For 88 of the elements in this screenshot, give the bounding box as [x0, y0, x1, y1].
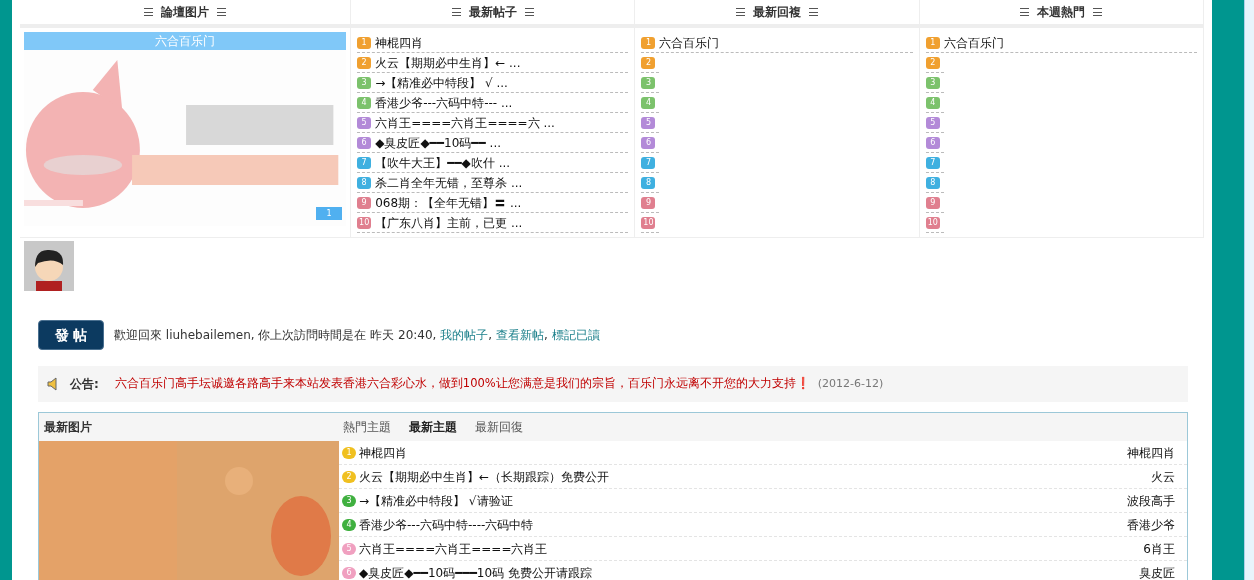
- rank-badge: 1: [342, 446, 356, 459]
- topic-author: 火云: [1151, 468, 1175, 486]
- rank-badge: 10: [641, 216, 656, 229]
- rank-badge: 3: [342, 494, 356, 507]
- list-icon: [524, 8, 534, 16]
- panel-tab[interactable]: 最新主題: [409, 418, 457, 436]
- rank-badge: 9: [641, 196, 656, 209]
- rank-badge: 2: [342, 470, 356, 483]
- rank-badge: 4: [342, 518, 356, 531]
- announcement-label: 公告:: [70, 376, 99, 393]
- post-button[interactable]: 發 帖: [38, 320, 104, 350]
- welcome-text: 歡迎回來 liuhebailemen, 你上次訪問時間是在 昨天 20:40,: [114, 328, 438, 342]
- column-title: 論壇图片: [161, 4, 210, 21]
- topic-author: 臭皮匠: [1139, 564, 1175, 580]
- panel-tab[interactable]: 熱門主題: [343, 418, 391, 436]
- topic-link[interactable]: →【精准必中特段】 √请验证: [359, 491, 513, 510]
- rank-badge: 6: [342, 566, 356, 579]
- rank-badge: 1: [641, 36, 656, 49]
- topic-link[interactable]: 香港少爷---六码中特----六码中特: [359, 515, 534, 534]
- rank-badge: 5: [357, 116, 372, 129]
- post-link[interactable]: 【广东八肖】主前，已更 ...: [375, 213, 523, 232]
- post-link[interactable]: →【精准必中特段】 √ ...: [375, 73, 508, 92]
- list-icon: [451, 8, 461, 16]
- list-icon: [217, 8, 227, 16]
- rank-badge: 2: [357, 56, 372, 69]
- separator: ,: [488, 328, 493, 342]
- column-title: 最新回複: [753, 4, 802, 21]
- welcome-link[interactable]: 我的帖子: [440, 328, 489, 342]
- rank-badge: 1: [925, 36, 940, 49]
- rank-badge: 9: [357, 196, 372, 209]
- separator: ,: [544, 328, 548, 342]
- topic-author: 香港少爷: [1127, 516, 1175, 534]
- rank-badge: 6: [925, 136, 940, 149]
- rank-badge: 5: [925, 116, 940, 129]
- post-link[interactable]: 【吹牛大王】━━◆吹什 ...: [375, 153, 511, 172]
- rank-badge: 7: [357, 156, 372, 169]
- post-link[interactable]: 六肖王====六肖王====六 ...: [375, 113, 555, 132]
- rank-badge: 3: [925, 76, 940, 89]
- rank-badge: 4: [925, 96, 940, 109]
- rank-badge: 7: [641, 156, 656, 169]
- rank-badge: 10: [357, 216, 372, 229]
- rank-badge: 1: [357, 36, 372, 49]
- rank-badge: 4: [641, 96, 656, 109]
- column-title: 本週熱門: [1037, 4, 1086, 21]
- topic-author: 波段高手: [1127, 492, 1175, 510]
- avatar-icon: [24, 241, 74, 291]
- post-link[interactable]: 杀二肖全年无错，至尊杀 ...: [375, 173, 523, 192]
- list-icon: [1093, 8, 1103, 16]
- rank-badge: 2: [925, 56, 940, 69]
- rank-badge: 3: [357, 76, 372, 89]
- rank-badge: 5: [641, 116, 656, 129]
- list-icon: [1020, 8, 1030, 16]
- rank-badge: 8: [357, 176, 372, 189]
- rank-badge: 5: [342, 542, 356, 555]
- rank-badge: 8: [925, 176, 940, 189]
- rank-badge: 8: [641, 176, 656, 189]
- announcement-date: (2012-6-12): [817, 375, 884, 392]
- rank-badge: 9: [925, 196, 940, 209]
- list-icon: [144, 8, 154, 16]
- post-link[interactable]: 六合百乐门: [659, 33, 720, 52]
- rank-badge: 6: [357, 136, 372, 149]
- welcome-link[interactable]: 查看新帖: [496, 328, 545, 342]
- announcement-text: 六合百乐门高手坛诚邀各路高手来本站发表香港六合彩心水，做到100%让您满意是我们的宗旨，百乐门永远离不开您的大力支持❗: [114, 375, 810, 393]
- list-icon: [809, 8, 819, 16]
- welcome-link[interactable]: 標記已讀: [551, 328, 600, 342]
- rank-badge: 4: [357, 96, 372, 109]
- rank-badge: 3: [641, 76, 656, 89]
- rank-badge: 10: [925, 216, 940, 229]
- topic-link[interactable]: 六肖王====六肖王====六肖王: [359, 539, 548, 558]
- post-link[interactable]: 068期：【全年无错】〓 ...: [375, 193, 522, 212]
- topic-link[interactable]: 火云【期期必中生肖】←（长期跟踪）免费公开: [359, 467, 610, 486]
- panel-tab[interactable]: 最新回復: [475, 418, 523, 436]
- post-link[interactable]: 六合百乐门: [943, 33, 1004, 52]
- topic-author: 神棍四肖: [1127, 444, 1175, 462]
- rank-badge: 2: [641, 56, 656, 69]
- list-icon: [736, 8, 746, 16]
- post-link[interactable]: 神棍四肖: [375, 33, 424, 52]
- post-link[interactable]: 香港少爷---六码中特--- ...: [375, 93, 513, 112]
- rank-badge: 6: [641, 136, 656, 149]
- post-link[interactable]: ◆臭皮匠◆━━10码━━ ...: [375, 133, 502, 152]
- column-title: 最新帖子: [468, 4, 517, 21]
- slide-caption: 六合百乐门: [24, 32, 347, 50]
- topic-link[interactable]: ◆臭皮匠◆━━10码━━━10码 免费公开请跟踪: [359, 563, 592, 580]
- post-link[interactable]: 火云【期期必中生肖】← ...: [375, 53, 521, 72]
- panel-title: 最新图片: [43, 419, 93, 436]
- rank-badge: 7: [925, 156, 940, 169]
- topic-author: 6肖王: [1143, 540, 1175, 558]
- topic-link[interactable]: 神棍四肖: [359, 443, 407, 462]
